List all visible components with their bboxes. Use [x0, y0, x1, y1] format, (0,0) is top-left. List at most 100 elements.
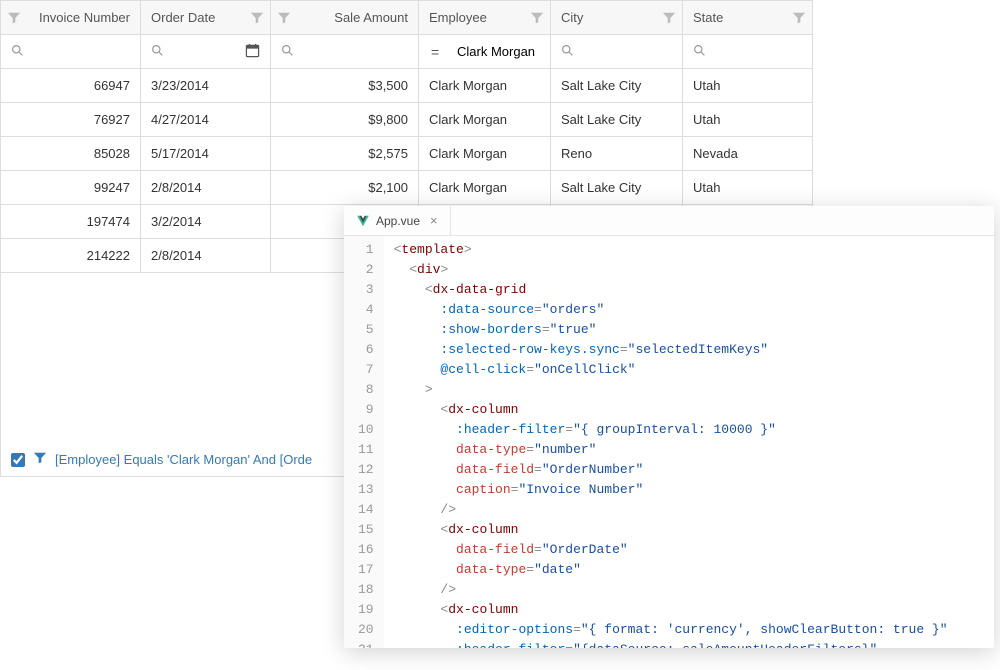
- filter-cell-employee[interactable]: =: [419, 35, 551, 69]
- equals-operator-icon[interactable]: =: [431, 45, 439, 59]
- cell-city[interactable]: Salt Lake City: [551, 171, 683, 205]
- filter-cell-state[interactable]: [683, 35, 813, 69]
- code-line[interactable]: <dx-column: [394, 520, 994, 540]
- cell-state[interactable]: Utah: [683, 171, 813, 205]
- code-line[interactable]: <div>: [394, 260, 994, 280]
- table-row[interactable]: 669473/23/2014$3,500Clark MorganSalt Lak…: [1, 69, 813, 103]
- column-header-employee[interactable]: Employee: [419, 1, 551, 35]
- cell-date[interactable]: 2/8/2014: [141, 239, 271, 273]
- header-filter-icon[interactable]: [792, 11, 806, 25]
- code-line[interactable]: <template>: [394, 240, 994, 260]
- cell-date[interactable]: 2/8/2014: [141, 171, 271, 205]
- column-header-invoice-number[interactable]: Invoice Number: [1, 1, 141, 35]
- column-header-city[interactable]: City: [551, 1, 683, 35]
- column-header-sale-amount[interactable]: Sale Amount: [271, 1, 419, 35]
- line-number-gutter: 123456789101112131415161718192021: [344, 236, 384, 648]
- code-line[interactable]: data-type="date": [394, 560, 994, 580]
- filter-summary-text[interactable]: [Employee] Equals 'Clark Morgan' And [Or…: [55, 452, 312, 467]
- filter-icon: [33, 451, 47, 468]
- cell-state[interactable]: Utah: [683, 69, 813, 103]
- code-line[interactable]: :header-filter="{ groupInterval: 10000 }…: [394, 420, 994, 440]
- cell-amount[interactable]: $2,100: [271, 171, 419, 205]
- filter-input[interactable]: [559, 44, 674, 59]
- code-line[interactable]: :show-borders="true": [394, 320, 994, 340]
- filter-enable-checkbox[interactable]: [11, 453, 25, 467]
- code-line[interactable]: data-field="OrderNumber": [394, 460, 994, 480]
- filter-input-employee[interactable]: [427, 44, 542, 59]
- code-line[interactable]: <dx-column: [394, 400, 994, 420]
- header-filter-icon[interactable]: [7, 11, 21, 25]
- line-number: 5: [358, 320, 374, 340]
- column-header-row: Invoice Number Order DateSale Amount Emplo…: [1, 1, 813, 35]
- header-filter-icon[interactable]: [250, 11, 264, 25]
- line-number: 17: [358, 560, 374, 580]
- cell-amount[interactable]: $3,500: [271, 69, 419, 103]
- table-row[interactable]: 850285/17/2014$2,575Clark MorganRenoNeva…: [1, 137, 813, 171]
- code-line[interactable]: <dx-data-grid: [394, 280, 994, 300]
- code-line[interactable]: :header-filter="{dataSource: saleAmountH…: [394, 640, 994, 648]
- code-line[interactable]: />: [394, 580, 994, 600]
- code-line[interactable]: :selected-row-keys.sync="selectedItemKey…: [394, 340, 994, 360]
- cell-state[interactable]: Utah: [683, 103, 813, 137]
- filter-input[interactable]: [279, 44, 410, 59]
- cell-invoice[interactable]: 99247: [1, 171, 141, 205]
- filter-input[interactable]: [9, 44, 132, 59]
- cell-state[interactable]: Nevada: [683, 137, 813, 171]
- calendar-icon[interactable]: [245, 43, 260, 61]
- editor-body: 123456789101112131415161718192021 <templ…: [344, 236, 994, 648]
- cell-invoice[interactable]: 76927: [1, 103, 141, 137]
- cell-employee[interactable]: Clark Morgan: [419, 137, 551, 171]
- filter-cell-invoice-number[interactable]: [1, 35, 141, 69]
- cell-date[interactable]: 3/2/2014: [141, 205, 271, 239]
- code-line[interactable]: data-field="OrderDate": [394, 540, 994, 560]
- header-filter-icon[interactable]: [662, 11, 676, 25]
- cell-city[interactable]: Salt Lake City: [551, 69, 683, 103]
- code-line[interactable]: :data-source="orders": [394, 300, 994, 320]
- cell-city[interactable]: Salt Lake City: [551, 103, 683, 137]
- table-row[interactable]: 769274/27/2014$9,800Clark MorganSalt Lak…: [1, 103, 813, 137]
- cell-employee[interactable]: Clark Morgan: [419, 171, 551, 205]
- code-line[interactable]: data-type="number": [394, 440, 994, 460]
- line-number: 6: [358, 340, 374, 360]
- search-icon: [151, 44, 164, 60]
- filter-cell-sale-amount[interactable]: [271, 35, 419, 69]
- filter-row: =: [1, 35, 813, 69]
- cell-invoice[interactable]: 66947: [1, 69, 141, 103]
- cell-invoice[interactable]: 214222: [1, 239, 141, 273]
- cell-date[interactable]: 3/23/2014: [141, 69, 271, 103]
- cell-city[interactable]: Reno: [551, 137, 683, 171]
- header-filter-icon[interactable]: [277, 11, 291, 25]
- code-line[interactable]: <dx-column: [394, 600, 994, 620]
- cell-amount[interactable]: $9,800: [271, 103, 419, 137]
- cell-invoice[interactable]: 197474: [1, 205, 141, 239]
- column-header-label: City: [561, 10, 583, 25]
- line-number: 16: [358, 540, 374, 560]
- column-header-order-date[interactable]: Order Date: [141, 1, 271, 35]
- line-number: 7: [358, 360, 374, 380]
- filter-cell-order-date[interactable]: [141, 35, 271, 69]
- header-filter-icon[interactable]: [530, 11, 544, 25]
- cell-invoice[interactable]: 85028: [1, 137, 141, 171]
- table-row[interactable]: 992472/8/2014$2,100Clark MorganSalt Lake…: [1, 171, 813, 205]
- filter-input[interactable]: [691, 44, 804, 59]
- code-line[interactable]: />: [394, 500, 994, 520]
- column-header-label: Employee: [429, 10, 487, 25]
- column-header-state[interactable]: State: [683, 1, 813, 35]
- cell-employee[interactable]: Clark Morgan: [419, 69, 551, 103]
- cell-date[interactable]: 4/27/2014: [141, 103, 271, 137]
- code-line[interactable]: >: [394, 380, 994, 400]
- column-header-label: Invoice Number: [39, 10, 130, 25]
- close-tab-icon[interactable]: ×: [430, 213, 438, 228]
- editor-tabbar: App.vue ×: [344, 206, 994, 236]
- line-number: 9: [358, 400, 374, 420]
- code-line[interactable]: caption="Invoice Number": [394, 480, 994, 500]
- code-line[interactable]: @cell-click="onCellClick": [394, 360, 994, 380]
- editor-tab-app-vue[interactable]: App.vue ×: [344, 206, 451, 235]
- cell-date[interactable]: 5/17/2014: [141, 137, 271, 171]
- line-number: 10: [358, 420, 374, 440]
- cell-employee[interactable]: Clark Morgan: [419, 103, 551, 137]
- cell-amount[interactable]: $2,575: [271, 137, 419, 171]
- filter-cell-city[interactable]: [551, 35, 683, 69]
- code-line[interactable]: :editor-options="{ format: 'currency', s…: [394, 620, 994, 640]
- code-area[interactable]: <template> <div> <dx-data-grid :data-sou…: [384, 236, 994, 648]
